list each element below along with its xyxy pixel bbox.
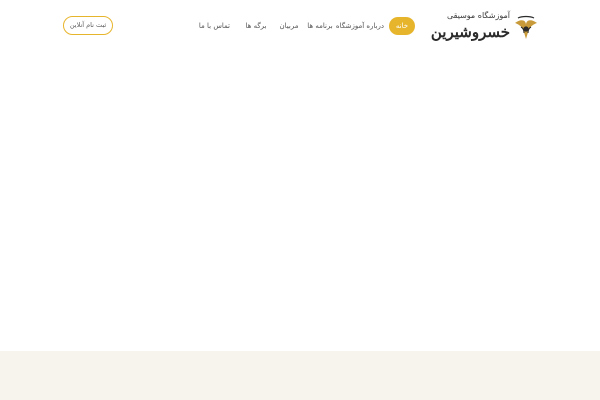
bird-emblem-icon — [515, 15, 537, 39]
footer-band — [0, 351, 600, 400]
nav-about[interactable]: درباره آموزشگاه — [336, 17, 384, 35]
nav-teachers[interactable]: مربیان — [278, 17, 300, 35]
site-header: آموزشگاه موسیقی خسروشیرین خانه درباره آم… — [0, 0, 600, 52]
nav-pages[interactable]: برگه ها — [245, 17, 267, 35]
site-logo[interactable]: آموزشگاه موسیقی خسروشیرین — [431, 10, 540, 44]
nav-programs[interactable]: برنامه ها — [305, 17, 335, 35]
nav-home[interactable]: خانه — [389, 17, 415, 35]
logo-subtitle: آموزشگاه موسیقی — [446, 11, 510, 20]
online-register-button[interactable]: ثبت نام آنلاین — [63, 16, 113, 35]
page: آموزشگاه موسیقی خسروشیرین خانه درباره آم… — [0, 0, 600, 400]
logo-title: خسروشیرین — [430, 23, 510, 41]
nav-contact[interactable]: تماس با ما — [199, 17, 230, 35]
